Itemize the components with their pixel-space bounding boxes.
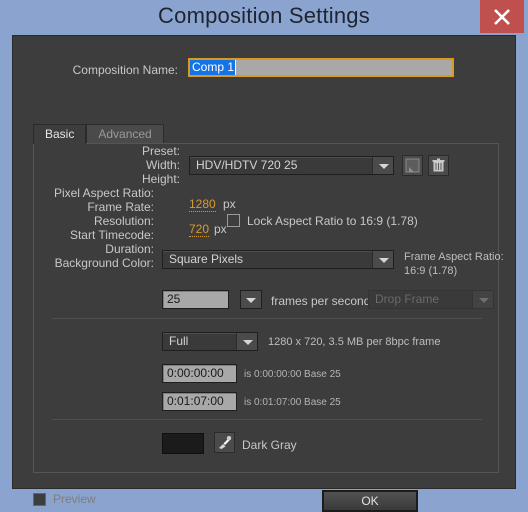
pixel-aspect-ratio-value: Square Pixels: [169, 252, 244, 266]
background-color-swatch[interactable]: [162, 433, 204, 454]
tab-advanced[interactable]: Advanced: [86, 124, 164, 144]
trash-icon: [432, 158, 445, 172]
composition-name-value: Comp 1: [190, 60, 236, 75]
frame-aspect-ratio-label: Frame Aspect Ratio:: [404, 251, 504, 263]
basic-tab-panel: Preset: HDV/HDTV 720 25 Width: 1280 px L…: [33, 143, 504, 473]
height-label: Height:: [141, 172, 180, 186]
close-button[interactable]: [480, 0, 524, 33]
frame-rate-dropdown[interactable]: [240, 290, 262, 309]
height-unit: px: [214, 222, 227, 236]
divider-top: [52, 318, 482, 319]
duration-value: 0:01:07:00: [167, 394, 224, 408]
delete-preset-button[interactable]: [428, 155, 449, 176]
duration-info: is 0:01:07:00 Base 25: [244, 397, 341, 408]
frame-rate-unit: frames per second: [271, 294, 371, 308]
start-timecode-label: Start Timecode:: [69, 228, 154, 242]
resolution-dropdown[interactable]: Full: [162, 332, 258, 351]
composition-name-input[interactable]: Comp 1: [188, 58, 454, 77]
window-title: Composition Settings: [158, 3, 370, 28]
background-color-name: Dark Gray: [242, 438, 297, 452]
width-unit: px: [223, 197, 236, 211]
composition-name-label: Composition Name:: [72, 63, 178, 77]
duration-input[interactable]: 0:01:07:00: [162, 392, 237, 411]
drop-frame-dropdown: Drop Frame: [368, 290, 494, 309]
start-timecode-input[interactable]: 0:00:00:00: [162, 364, 237, 383]
ok-button[interactable]: OK: [322, 490, 418, 512]
chevron-down-icon: [236, 333, 257, 350]
resolution-label: Resolution:: [93, 214, 154, 228]
start-timecode-value: 0:00:00:00: [167, 366, 224, 380]
tab-panel-seam: [34, 143, 84, 145]
frame-aspect-ratio-value: 16:9 (1.78): [404, 265, 458, 277]
preview-checkbox: [33, 493, 46, 506]
width-value[interactable]: 1280: [189, 197, 216, 212]
background-color-label: Background Color:: [54, 256, 154, 270]
resolution-value: Full: [169, 334, 189, 348]
lock-aspect-ratio-label: Lock Aspect Ratio to 16:9 (1.78): [247, 214, 418, 228]
dialog-body: Composition Name: Comp 1 Basic Advanced …: [12, 35, 516, 512]
chevron-down-icon: [472, 291, 493, 308]
resolution-info: 1280 x 720, 3.5 MB per 8bpc frame: [268, 336, 441, 348]
frame-rate-label: Frame Rate:: [87, 200, 154, 214]
save-preset-icon: [405, 158, 420, 173]
duration-label: Duration:: [105, 242, 154, 256]
eyedropper-icon: [219, 436, 232, 449]
preview-label: Preview: [53, 492, 96, 506]
preset-dropdown[interactable]: HDV/HDTV 720 25: [189, 156, 394, 175]
pixel-aspect-ratio-dropdown[interactable]: Square Pixels: [162, 250, 394, 269]
pixel-aspect-ratio-label: Pixel Aspect Ratio:: [53, 186, 154, 200]
tab-strip: Basic Advanced: [33, 124, 164, 144]
close-icon: [494, 9, 510, 25]
chevron-down-icon: [241, 291, 261, 308]
title-bar: Composition Settings: [0, 0, 528, 34]
lock-aspect-ratio-checkbox[interactable]: [227, 214, 240, 227]
frame-rate-value: 25: [167, 292, 181, 306]
composition-settings-window: Composition Settings Composition Name: C…: [0, 0, 528, 512]
eyedropper-button[interactable]: [214, 432, 235, 453]
tab-basic[interactable]: Basic: [33, 124, 87, 144]
chevron-down-icon: [372, 157, 393, 174]
chevron-down-icon: [372, 251, 393, 268]
height-value[interactable]: 720: [189, 222, 210, 237]
frame-rate-input[interactable]: 25: [162, 290, 229, 309]
width-label: Width:: [145, 158, 180, 172]
preset-value: HDV/HDTV 720 25: [196, 158, 298, 172]
divider-bottom: [52, 419, 482, 420]
preset-label: Preset:: [141, 144, 180, 158]
drop-frame-value: Drop Frame: [375, 292, 440, 306]
start-timecode-info: is 0:00:00:00 Base 25: [244, 369, 341, 380]
text-caret: [235, 60, 236, 75]
save-preset-button[interactable]: [402, 155, 423, 176]
